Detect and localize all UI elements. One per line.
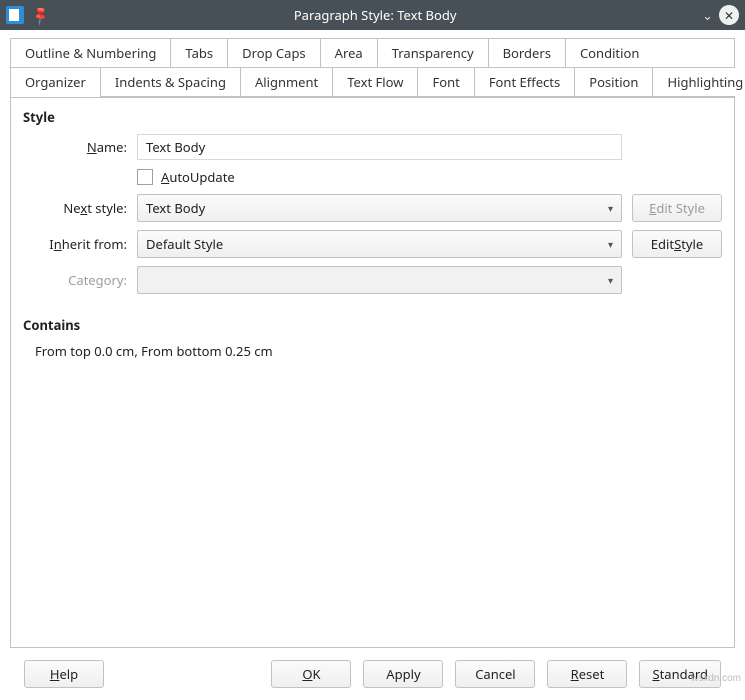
tab-organizer[interactable]: Organizer [11, 68, 101, 96]
tab-indents-spacing[interactable]: Indents & Spacing [101, 68, 241, 96]
chevron-down-icon: ▾ [608, 273, 613, 287]
tab-text-flow[interactable]: Text Flow [333, 68, 418, 96]
chevron-down-icon: ▾ [608, 237, 613, 251]
category-dropdown: ▾ [137, 266, 622, 294]
cancel-button[interactable]: Cancel [455, 660, 535, 688]
ok-button[interactable]: OK [271, 660, 351, 688]
pin-icon[interactable]: 📌 [28, 3, 52, 27]
tab-tabs[interactable]: Tabs [171, 39, 228, 67]
tab-highlighting[interactable]: Highlighting [653, 68, 745, 96]
section-contains-title: Contains [23, 316, 722, 334]
label-autoupdate: AutoUpdate [161, 168, 235, 186]
title-bar: 📌 Paragraph Style: Text Body ⌄ ✕ [0, 0, 745, 30]
tab-drop-caps[interactable]: Drop Caps [228, 39, 321, 67]
reset-button[interactable]: Reset [547, 660, 627, 688]
tabs-row-upper: Outline & NumberingTabsDrop CapsAreaTran… [11, 38, 734, 68]
label-next-style: Next style: [27, 199, 127, 217]
tab-borders[interactable]: Borders [489, 39, 566, 67]
tab-outline-numbering[interactable]: Outline & Numbering [11, 39, 171, 67]
edit-style-inherit-button[interactable]: Edit Style [632, 230, 722, 258]
window-title: Paragraph Style: Text Body [56, 6, 694, 24]
chevron-down-icon: ▾ [608, 201, 613, 215]
tab-area[interactable]: Area [321, 39, 378, 67]
dialog-button-bar: Help OK Apply Cancel Reset Standard [10, 648, 735, 700]
apply-button[interactable]: Apply [363, 660, 443, 688]
label-category: Category: [27, 271, 127, 289]
app-icon [6, 6, 24, 24]
tab-condition[interactable]: Condition [566, 39, 653, 67]
next-style-dropdown[interactable]: Text Body ▾ [137, 194, 622, 222]
tabs-row-lower: OrganizerIndents & SpacingAlignmentText … [11, 68, 734, 97]
tab-position[interactable]: Position [575, 68, 653, 96]
tab-container: Outline & NumberingTabsDrop CapsAreaTran… [10, 38, 735, 98]
autoupdate-checkbox[interactable] [137, 169, 153, 185]
organizer-panel: Style Name: AutoUpdate Next style: [10, 98, 735, 648]
help-button[interactable]: Help [24, 660, 104, 688]
chevron-down-icon[interactable]: ⌄ [702, 6, 713, 24]
tab-font-effects[interactable]: Font Effects [475, 68, 575, 96]
label-inherit-from: Inherit from: [27, 235, 127, 253]
tab-alignment[interactable]: Alignment [241, 68, 333, 96]
inherit-from-dropdown[interactable]: Default Style ▾ [137, 230, 622, 258]
contains-text: From top 0.0 cm, From bottom 0.25 cm [35, 342, 722, 360]
tab-transparency[interactable]: Transparency [378, 39, 489, 67]
watermark: wsxdn.com [691, 673, 741, 684]
tab-font[interactable]: Font [418, 68, 474, 96]
close-button[interactable]: ✕ [719, 5, 739, 25]
label-name: Name: [27, 138, 127, 156]
section-style-title: Style [23, 108, 722, 126]
autoupdate-row: AutoUpdate [137, 168, 622, 186]
edit-style-next-button: Edit Style [632, 194, 722, 222]
name-input[interactable] [137, 134, 622, 160]
